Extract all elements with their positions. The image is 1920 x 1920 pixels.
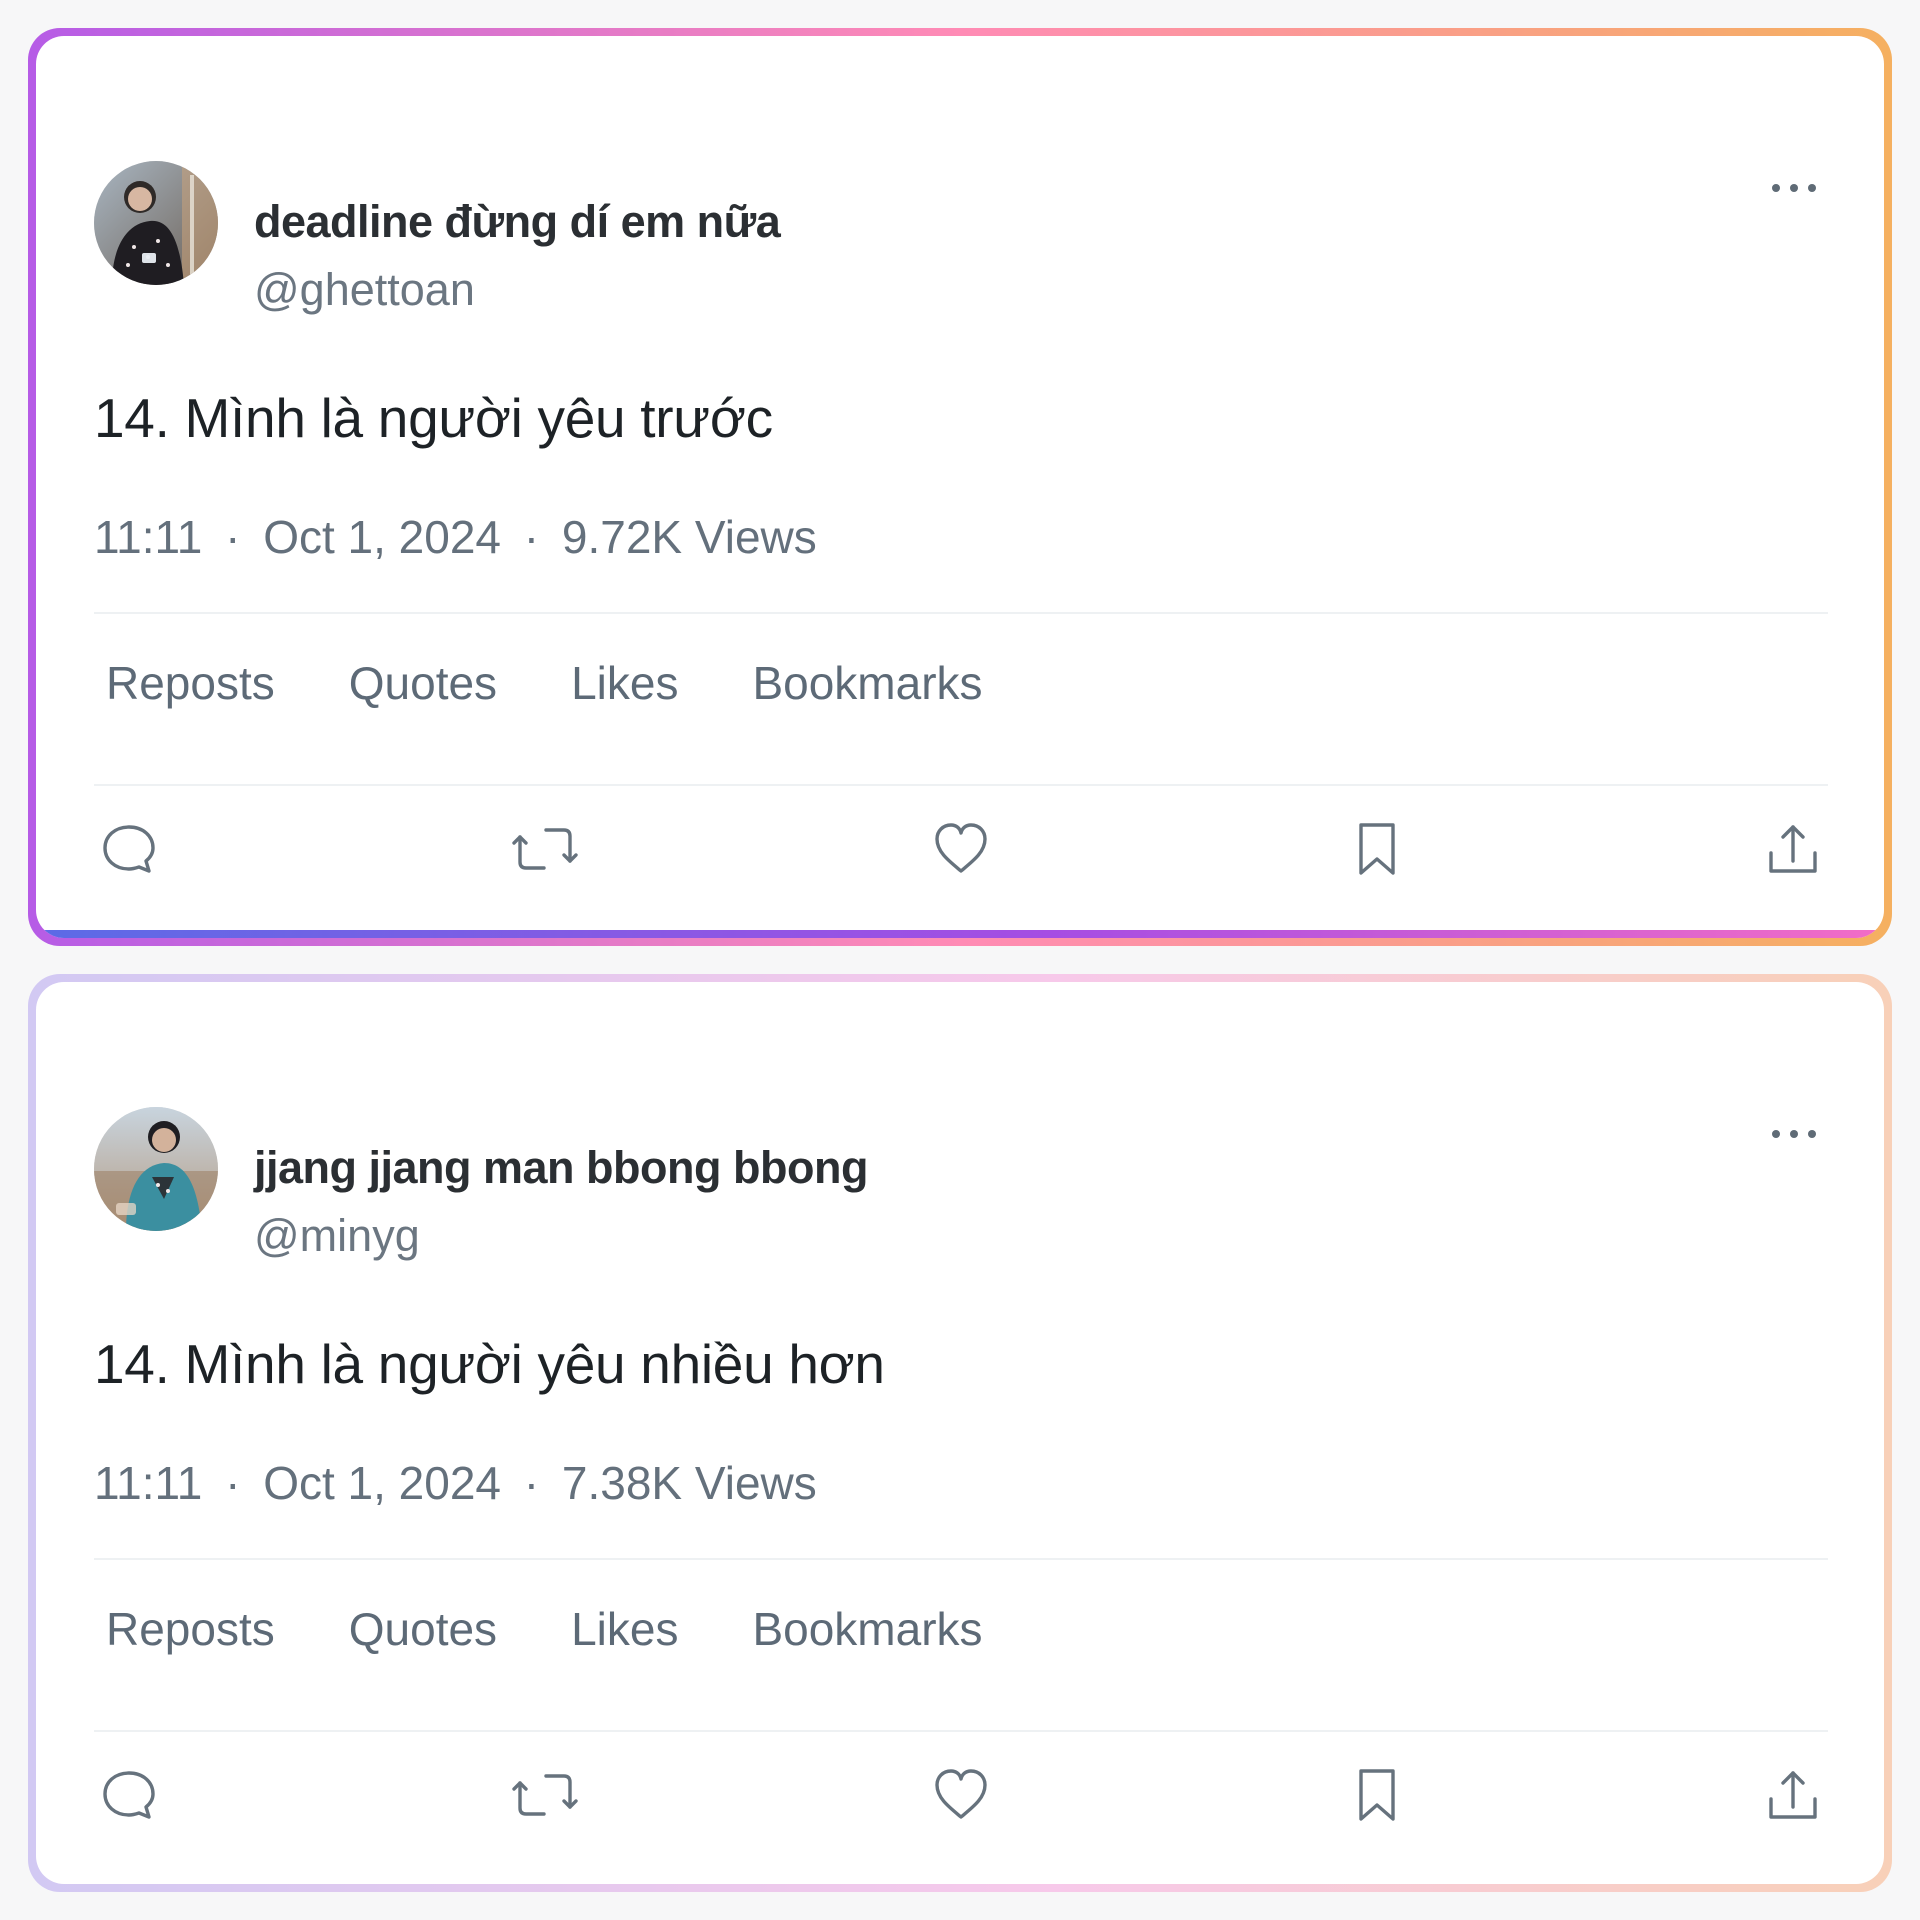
post-time: 11:11 [94,1457,203,1509]
divider [94,784,1828,786]
divider [94,1558,1828,1560]
post-date: Oct 1, 2024 [263,511,502,563]
bookmark-icon [1359,1769,1395,1821]
author-handle[interactable]: @ghettoan [254,264,475,316]
avatar-ghettoan[interactable] [94,161,218,285]
like-button[interactable] [926,1760,996,1830]
more-horizontal-icon [1772,1130,1816,1138]
post-text: 14. Mình là người yêu nhiều hơn [94,1333,885,1395]
meta-separator: · [523,1457,540,1509]
bookmark-button[interactable] [1342,814,1412,884]
tab-bookmarks[interactable]: Bookmarks [752,656,982,710]
heart-icon [935,1769,987,1819]
post-views: 9.72K Views [561,511,817,563]
action-bar [94,1760,1828,1830]
reply-icon [103,825,155,873]
post-card-2: jjang jjang man bbong bbong @minyg 14. M… [28,974,1892,1892]
author-handle[interactable]: @minyg [254,1210,420,1262]
tab-reposts[interactable]: Reposts [106,1602,275,1656]
meta-separator: · [523,511,540,563]
more-options-button[interactable] [1766,176,1822,200]
bookmark-button[interactable] [1342,1760,1412,1830]
reply-icon [103,1771,155,1819]
post-meta: 11:11 · Oct 1, 2024 · 7.38K Views [94,1456,817,1510]
engagement-tabs: Reposts Quotes Likes Bookmarks [106,656,983,710]
tab-bookmarks[interactable]: Bookmarks [752,1602,982,1656]
page: deadline đừng dí em nữa @ghettoan 14. Mì… [0,0,1920,1920]
retweet-icon [512,828,578,870]
avatar-minyg[interactable] [94,1107,218,1231]
tab-likes[interactable]: Likes [571,656,678,710]
like-button[interactable] [926,814,996,884]
more-horizontal-icon [1772,184,1816,192]
action-bar [94,814,1828,884]
post-text: 14. Mình là người yêu trước [94,387,773,449]
post-card-1-inner: deadline đừng dí em nữa @ghettoan 14. Mì… [36,36,1884,938]
post-meta: 11:11 · Oct 1, 2024 · 9.72K Views [94,510,817,564]
tab-quotes[interactable]: Quotes [349,1602,497,1656]
divider [94,1730,1828,1732]
post-card-1: deadline đừng dí em nữa @ghettoan 14. Mì… [28,28,1892,946]
share-icon [1769,825,1817,873]
tab-likes[interactable]: Likes [571,1602,678,1656]
avatar-image [94,1107,218,1231]
post-card-2-inner: jjang jjang man bbong bbong @minyg 14. M… [36,982,1884,1884]
divider [94,612,1828,614]
repost-button[interactable] [510,814,580,884]
card-bottom-gradient [36,930,1884,938]
more-options-button[interactable] [1766,1122,1822,1146]
bookmark-icon [1359,823,1395,875]
share-button[interactable] [1758,1760,1828,1830]
post-views: 7.38K Views [561,1457,817,1509]
share-icon [1769,1771,1817,1819]
post-date: Oct 1, 2024 [263,1457,502,1509]
repost-button[interactable] [510,1760,580,1830]
retweet-icon [512,1774,578,1816]
meta-separator: · [225,511,241,563]
reply-button[interactable] [94,1760,164,1830]
share-button[interactable] [1758,814,1828,884]
author-name[interactable]: deadline đừng dí em nữa [254,196,781,248]
post-time: 11:11 [94,511,203,563]
tab-quotes[interactable]: Quotes [349,656,497,710]
tab-reposts[interactable]: Reposts [106,656,275,710]
reply-button[interactable] [94,814,164,884]
engagement-tabs: Reposts Quotes Likes Bookmarks [106,1602,983,1656]
author-name[interactable]: jjang jjang man bbong bbong [254,1142,868,1194]
meta-separator: · [225,1457,241,1509]
avatar-image [94,161,218,285]
heart-icon [935,823,987,873]
